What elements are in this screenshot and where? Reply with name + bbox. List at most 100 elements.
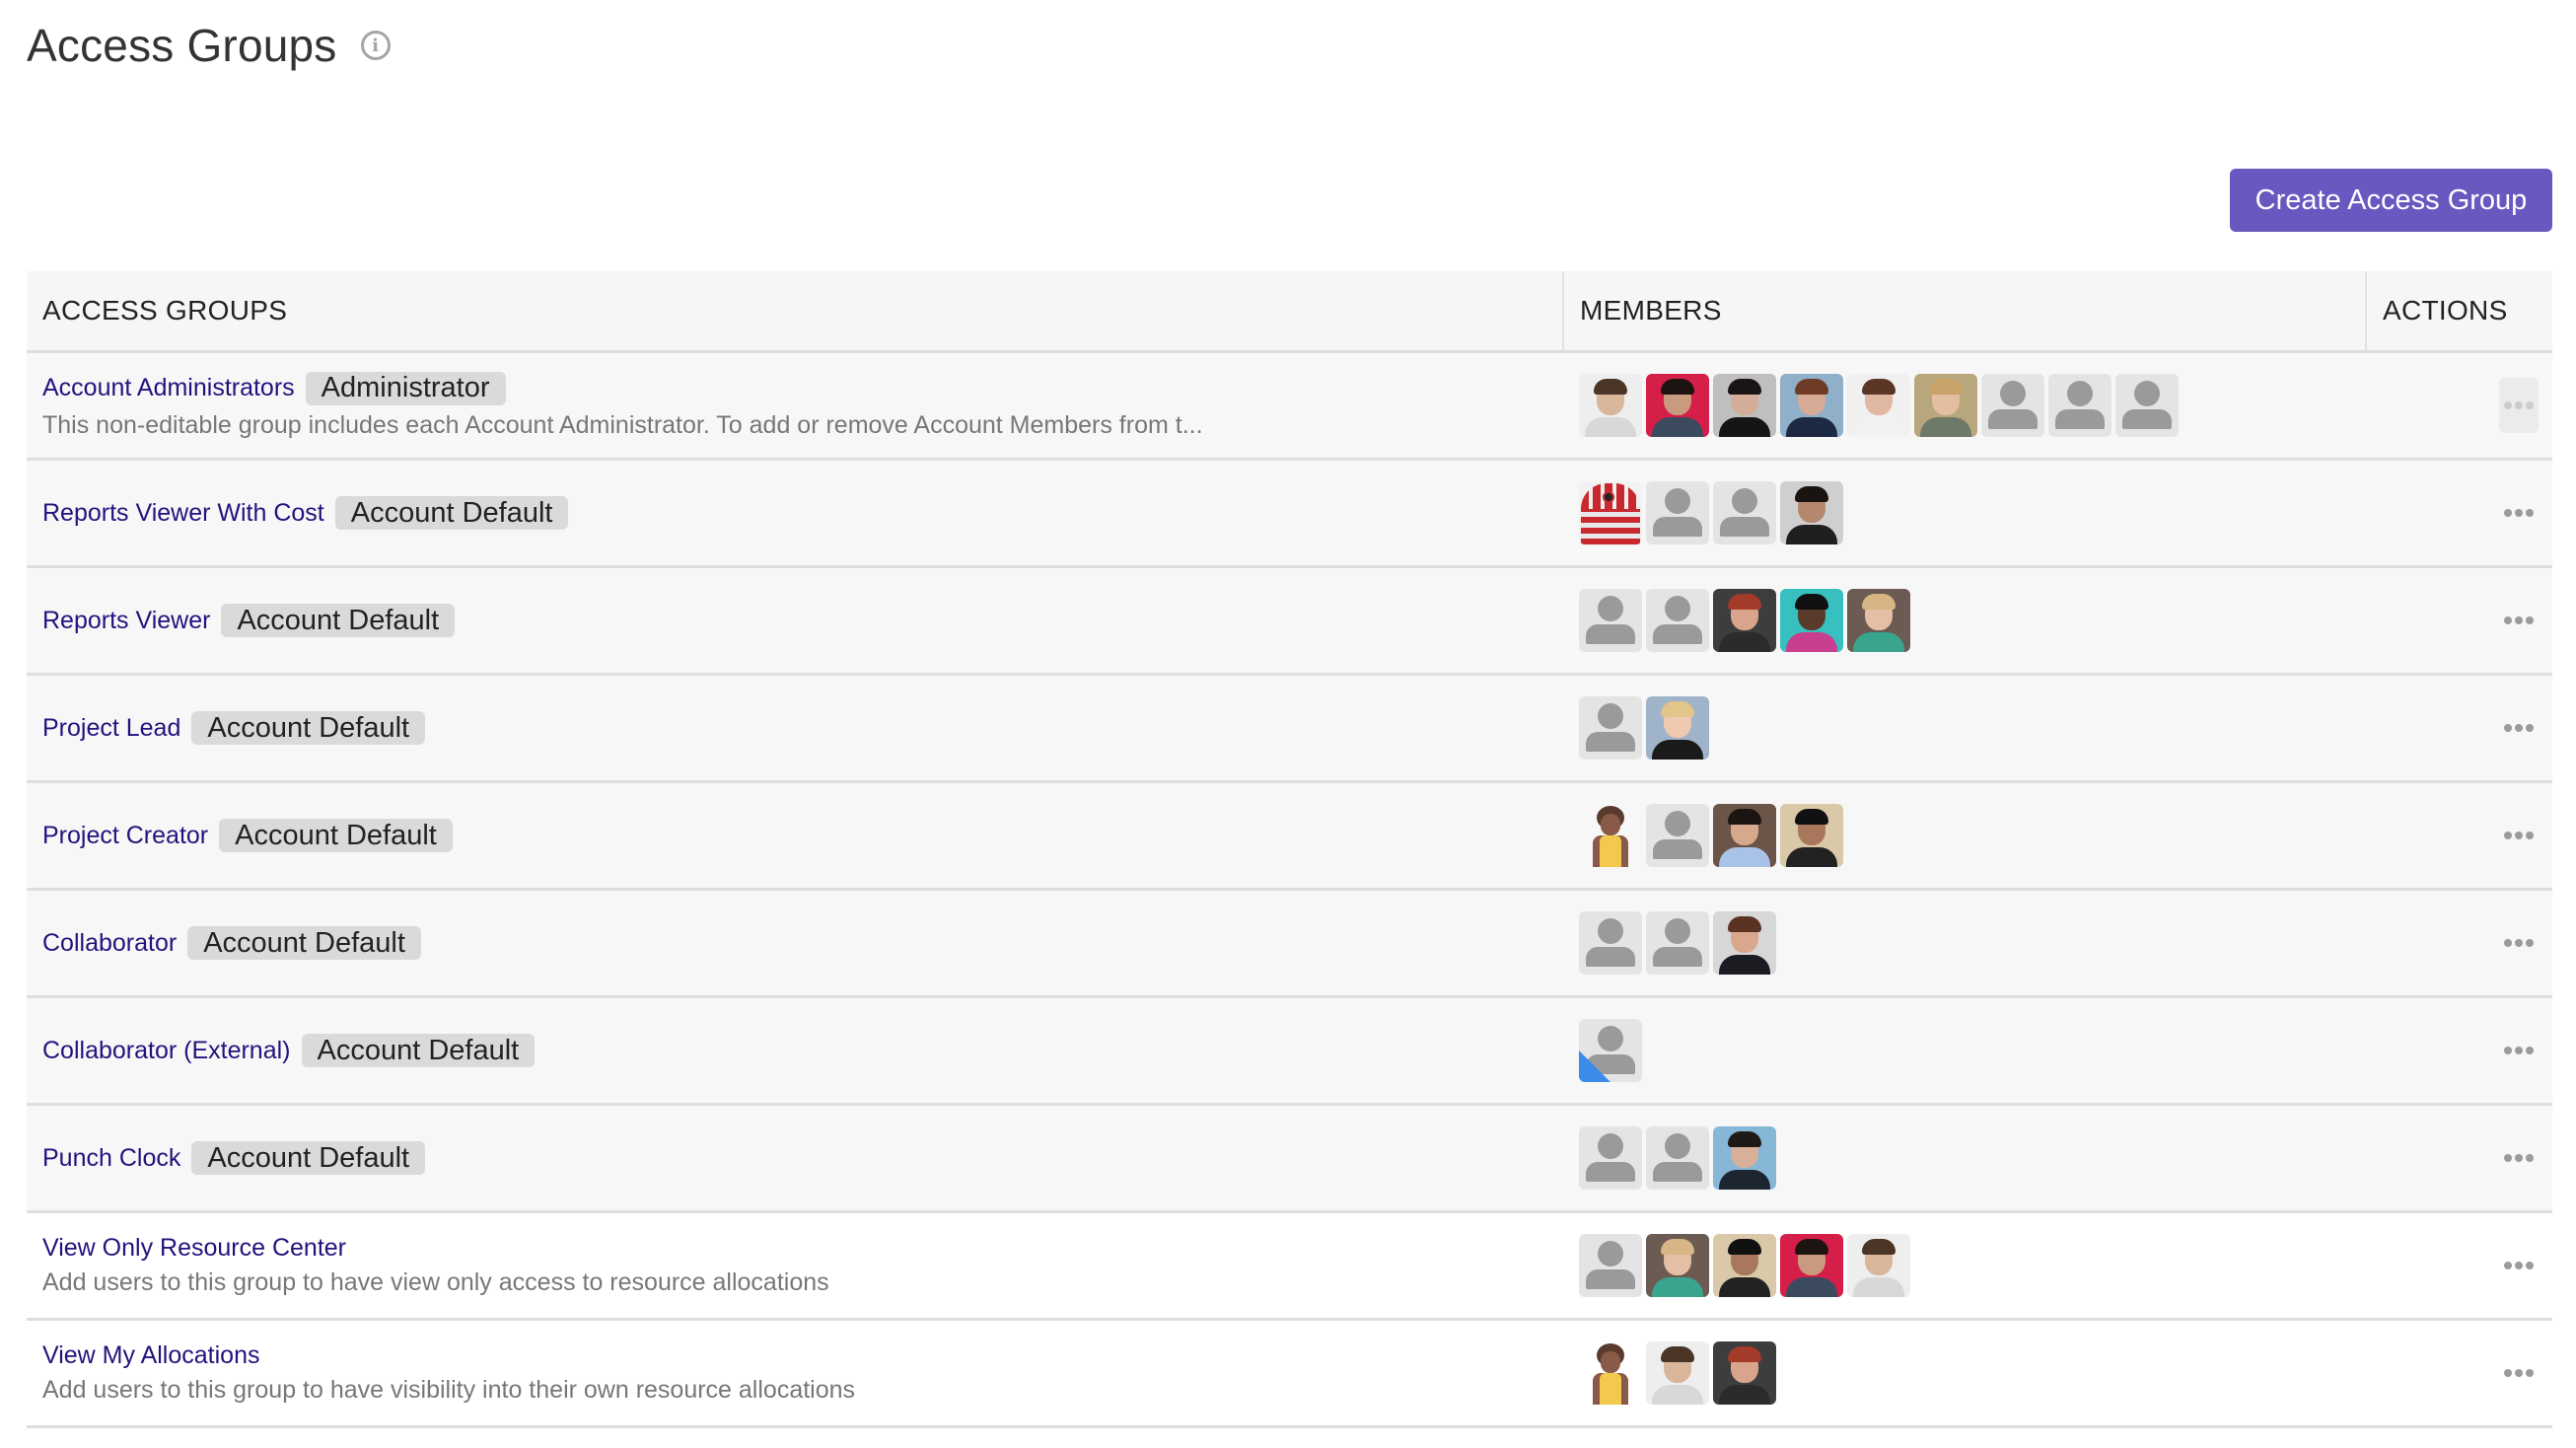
member-avatar[interactable]	[1713, 1126, 1776, 1190]
more-actions-button[interactable]	[2499, 485, 2539, 541]
avatar-torso	[1652, 1385, 1703, 1405]
member-avatar[interactable]	[1780, 374, 1843, 437]
user-placeholder-icon	[1598, 703, 1623, 729]
more-actions-button[interactable]	[2499, 1130, 2539, 1186]
more-horizontal-icon	[2515, 401, 2523, 409]
member-avatar[interactable]	[1579, 374, 1642, 437]
avatar-torso	[1786, 1277, 1837, 1297]
member-avatar-placeholder[interactable]	[1646, 589, 1709, 652]
member-avatar[interactable]	[1713, 589, 1776, 652]
more-actions-button[interactable]	[2499, 1238, 2539, 1293]
table-row: View Only Resource Center Add users to th…	[27, 1213, 2552, 1321]
more-horizontal-icon	[2515, 616, 2523, 624]
member-avatar-robot[interactable]	[1579, 481, 1642, 544]
more-actions-button[interactable]	[2499, 915, 2539, 971]
avatar-torso	[1719, 955, 1770, 975]
member-avatar[interactable]	[1713, 804, 1776, 867]
more-actions-button[interactable]	[2499, 808, 2539, 863]
member-avatar[interactable]	[1780, 589, 1843, 652]
user-placeholder-icon-body	[1653, 624, 1702, 644]
table-row: Project Creator Account Default	[27, 783, 2552, 891]
member-avatar[interactable]	[1847, 374, 1910, 437]
member-avatar[interactable]	[1780, 804, 1843, 867]
member-avatar-placeholder[interactable]	[1981, 374, 2044, 437]
create-access-group-button[interactable]: Create Access Group	[2230, 169, 2552, 232]
members-cell	[1562, 568, 2365, 673]
group-name-line: Project Creator Account Default	[42, 819, 1562, 852]
member-avatar-placeholder[interactable]	[1713, 481, 1776, 544]
member-avatar[interactable]	[1646, 1341, 1709, 1405]
member-avatar[interactable]	[1914, 374, 1977, 437]
member-avatar-placeholder[interactable]	[2048, 374, 2111, 437]
member-avatar-placeholder[interactable]	[1646, 911, 1709, 975]
member-avatar[interactable]	[1646, 1234, 1709, 1297]
member-avatar-placeholder[interactable]	[2115, 374, 2179, 437]
member-avatar[interactable]	[1847, 589, 1910, 652]
member-avatar-illustration[interactable]	[1579, 1341, 1642, 1405]
avatar-hair	[1795, 1239, 1828, 1255]
avatar-torso	[1719, 417, 1770, 437]
group-description: Add users to this group to have view onl…	[42, 1268, 829, 1296]
external-member-avatar[interactable]	[1579, 1019, 1642, 1082]
more-actions-button[interactable]	[2499, 1345, 2539, 1401]
user-placeholder-icon	[1598, 1241, 1623, 1267]
member-avatar-placeholder[interactable]	[1646, 481, 1709, 544]
member-avatar-placeholder[interactable]	[1579, 696, 1642, 760]
group-name-link[interactable]: Collaborator	[42, 929, 177, 958]
user-placeholder-icon-body	[1653, 1162, 1702, 1182]
avatar-hair	[1728, 1239, 1761, 1255]
more-horizontal-icon	[2526, 939, 2534, 947]
more-actions-button[interactable]	[2499, 593, 2539, 648]
more-horizontal-icon	[2504, 401, 2512, 409]
member-avatar-placeholder[interactable]	[1579, 589, 1642, 652]
group-name-link[interactable]: Collaborator (External)	[42, 1037, 291, 1065]
member-avatar[interactable]	[1780, 481, 1843, 544]
member-avatar-placeholder[interactable]	[1579, 1234, 1642, 1297]
member-avatar-placeholder[interactable]	[1579, 911, 1642, 975]
actions-cell	[2365, 1213, 2552, 1318]
member-avatar[interactable]	[1713, 374, 1776, 437]
actions-cell	[2365, 1321, 2552, 1425]
member-avatar[interactable]	[1646, 374, 1709, 437]
member-avatar-placeholder[interactable]	[1646, 804, 1709, 867]
group-type-badge: Account Default	[221, 604, 456, 637]
more-horizontal-icon	[2504, 1369, 2512, 1377]
member-avatar-placeholder[interactable]	[1646, 1126, 1709, 1190]
info-icon[interactable]: i	[360, 31, 391, 60]
group-name-link[interactable]: Project Lead	[42, 714, 180, 743]
avatar-hair	[1594, 379, 1627, 395]
group-name-link[interactable]: Project Creator	[42, 822, 208, 850]
member-avatar[interactable]	[1780, 1234, 1843, 1297]
group-name-link[interactable]: Reports Viewer	[42, 607, 210, 635]
member-avatar[interactable]	[1847, 1234, 1910, 1297]
more-horizontal-icon	[2526, 1262, 2534, 1269]
group-name-link[interactable]: Account Administrators	[42, 374, 295, 402]
avatar-hair	[1728, 594, 1761, 610]
actions-cell	[2365, 461, 2552, 565]
avatar-torso	[1585, 417, 1636, 437]
member-avatar[interactable]	[1713, 1341, 1776, 1405]
group-type-badge: Account Default	[187, 926, 421, 960]
group-name-link[interactable]: View Only Resource Center	[42, 1234, 346, 1263]
member-avatar-placeholder[interactable]	[1579, 1126, 1642, 1190]
member-avatar[interactable]	[1713, 1234, 1776, 1297]
avatar-torso	[1719, 1170, 1770, 1190]
group-type-badge: Account Default	[301, 1034, 536, 1067]
avatar-hair	[1795, 486, 1828, 502]
more-actions-button[interactable]	[2499, 700, 2539, 756]
group-name-line: Project Lead Account Default	[42, 711, 1562, 745]
member-avatar-illustration[interactable]	[1579, 804, 1642, 867]
more-horizontal-icon	[2515, 939, 2523, 947]
avatar-torso	[1853, 417, 1904, 437]
member-avatar[interactable]	[1713, 911, 1776, 975]
table-row: Project Lead Account Default	[27, 676, 2552, 783]
more-actions-button[interactable]	[2499, 1023, 2539, 1078]
group-name-link[interactable]: Reports Viewer With Cost	[42, 499, 324, 528]
more-horizontal-icon	[2526, 724, 2534, 732]
group-name-link[interactable]: Punch Clock	[42, 1144, 180, 1173]
avatar-hair	[1728, 916, 1761, 932]
group-name-link[interactable]: View My Allocations	[42, 1341, 259, 1370]
member-avatar[interactable]	[1646, 696, 1709, 760]
avatar-torso	[1920, 417, 1971, 437]
members-cell	[1562, 461, 2365, 565]
